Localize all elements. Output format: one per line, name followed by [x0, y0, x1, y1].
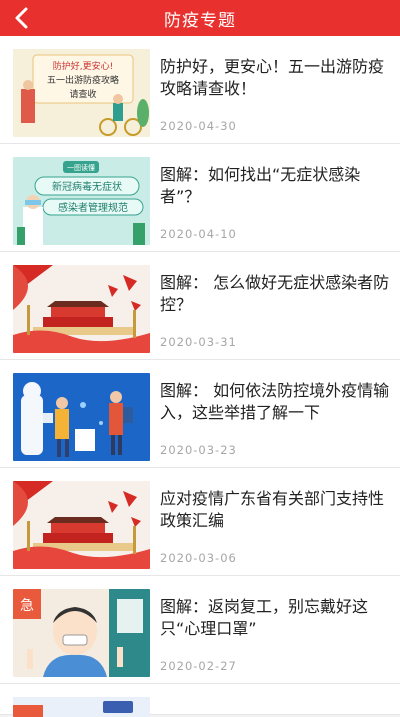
thumb-text: 防护好,更安心! — [53, 60, 113, 72]
list-item[interactable]: 图解： 怎么做好无症状感染者防控？ 2020-03-31 — [0, 252, 400, 360]
list-item[interactable]: 图解： 如何依法防控境外疫情输入，这些举措了解一下 2020-03-23 — [0, 360, 400, 468]
article-title: 应对疫情广东省有关部门支持性政策汇编 — [160, 489, 385, 530]
article-title: 防护好，更安心！五一出游防疫攻略请查收！ — [160, 57, 385, 98]
article-title: 图解：返岗复工，别忘戴好这只“心理口罩” — [160, 597, 369, 638]
list-item[interactable]: 防护好,更安心! 五一出游防疫攻略 请查收 防护好，更安心！五一出游防疫攻略请查… — [0, 36, 400, 144]
thumb-text: 五一出游防疫攻略 — [47, 74, 119, 86]
list-item[interactable]: 应对疫情广东省有关部门支持性政策汇编 2020-03-06 — [0, 468, 400, 576]
list-item[interactable]: 急 图解：返岗复工，别忘戴好这只“心理口罩” 2020-02-27 — [0, 576, 400, 684]
page-title: 防疫专题 — [164, 10, 236, 31]
article-thumbnail — [13, 265, 150, 353]
article-date: 2020-04-30 — [160, 119, 237, 133]
article-thumbnail — [13, 373, 150, 461]
top-bar: 防疫专题 — [0, 0, 400, 36]
article-list: 防护好,更安心! 五一出游防疫攻略 请查收 防护好，更安心！五一出游防疫攻略请查… — [0, 36, 400, 717]
article-thumbnail: 一图读懂 新冠病毒无症状 感染者管理规范 — [13, 157, 150, 245]
article-date: 2020-03-23 — [160, 443, 237, 457]
article-date: 2020-03-31 — [160, 335, 237, 349]
article-date: 2020-02-27 — [160, 659, 237, 673]
back-button[interactable] — [10, 6, 34, 30]
article-thumbnail: 防护好,更安心! 五一出游防疫攻略 请查收 — [13, 49, 150, 137]
article-thumbnail: 急 — [13, 589, 150, 677]
list-item[interactable]: 一图读懂 新冠病毒无症状 感染者管理规范 图解：如何找出“无症状感染者”？ 20… — [0, 144, 400, 252]
article-date: 2020-03-06 — [160, 551, 237, 565]
chevron-left-icon — [15, 7, 28, 29]
article-title: 图解： 怎么做好无症状感染者防控？ — [160, 273, 390, 314]
thumb-text: 新冠病毒无症状 — [52, 180, 122, 193]
article-date: 2020-04-10 — [160, 227, 237, 241]
list-item[interactable] — [0, 684, 400, 717]
article-title: 图解：如何找出“无症状感染者”？ — [160, 165, 361, 206]
thumb-text: 急 — [20, 598, 34, 614]
thumb-text: 请查收 — [69, 88, 96, 100]
article-title: 图解： 如何依法防控境外疫情输入，这些举措了解一下 — [160, 381, 390, 422]
article-thumbnail — [13, 481, 150, 569]
thumb-text: 感染者管理规范 — [58, 201, 128, 214]
thumb-text: 一图读懂 — [67, 163, 95, 172]
article-thumbnail — [13, 697, 150, 717]
